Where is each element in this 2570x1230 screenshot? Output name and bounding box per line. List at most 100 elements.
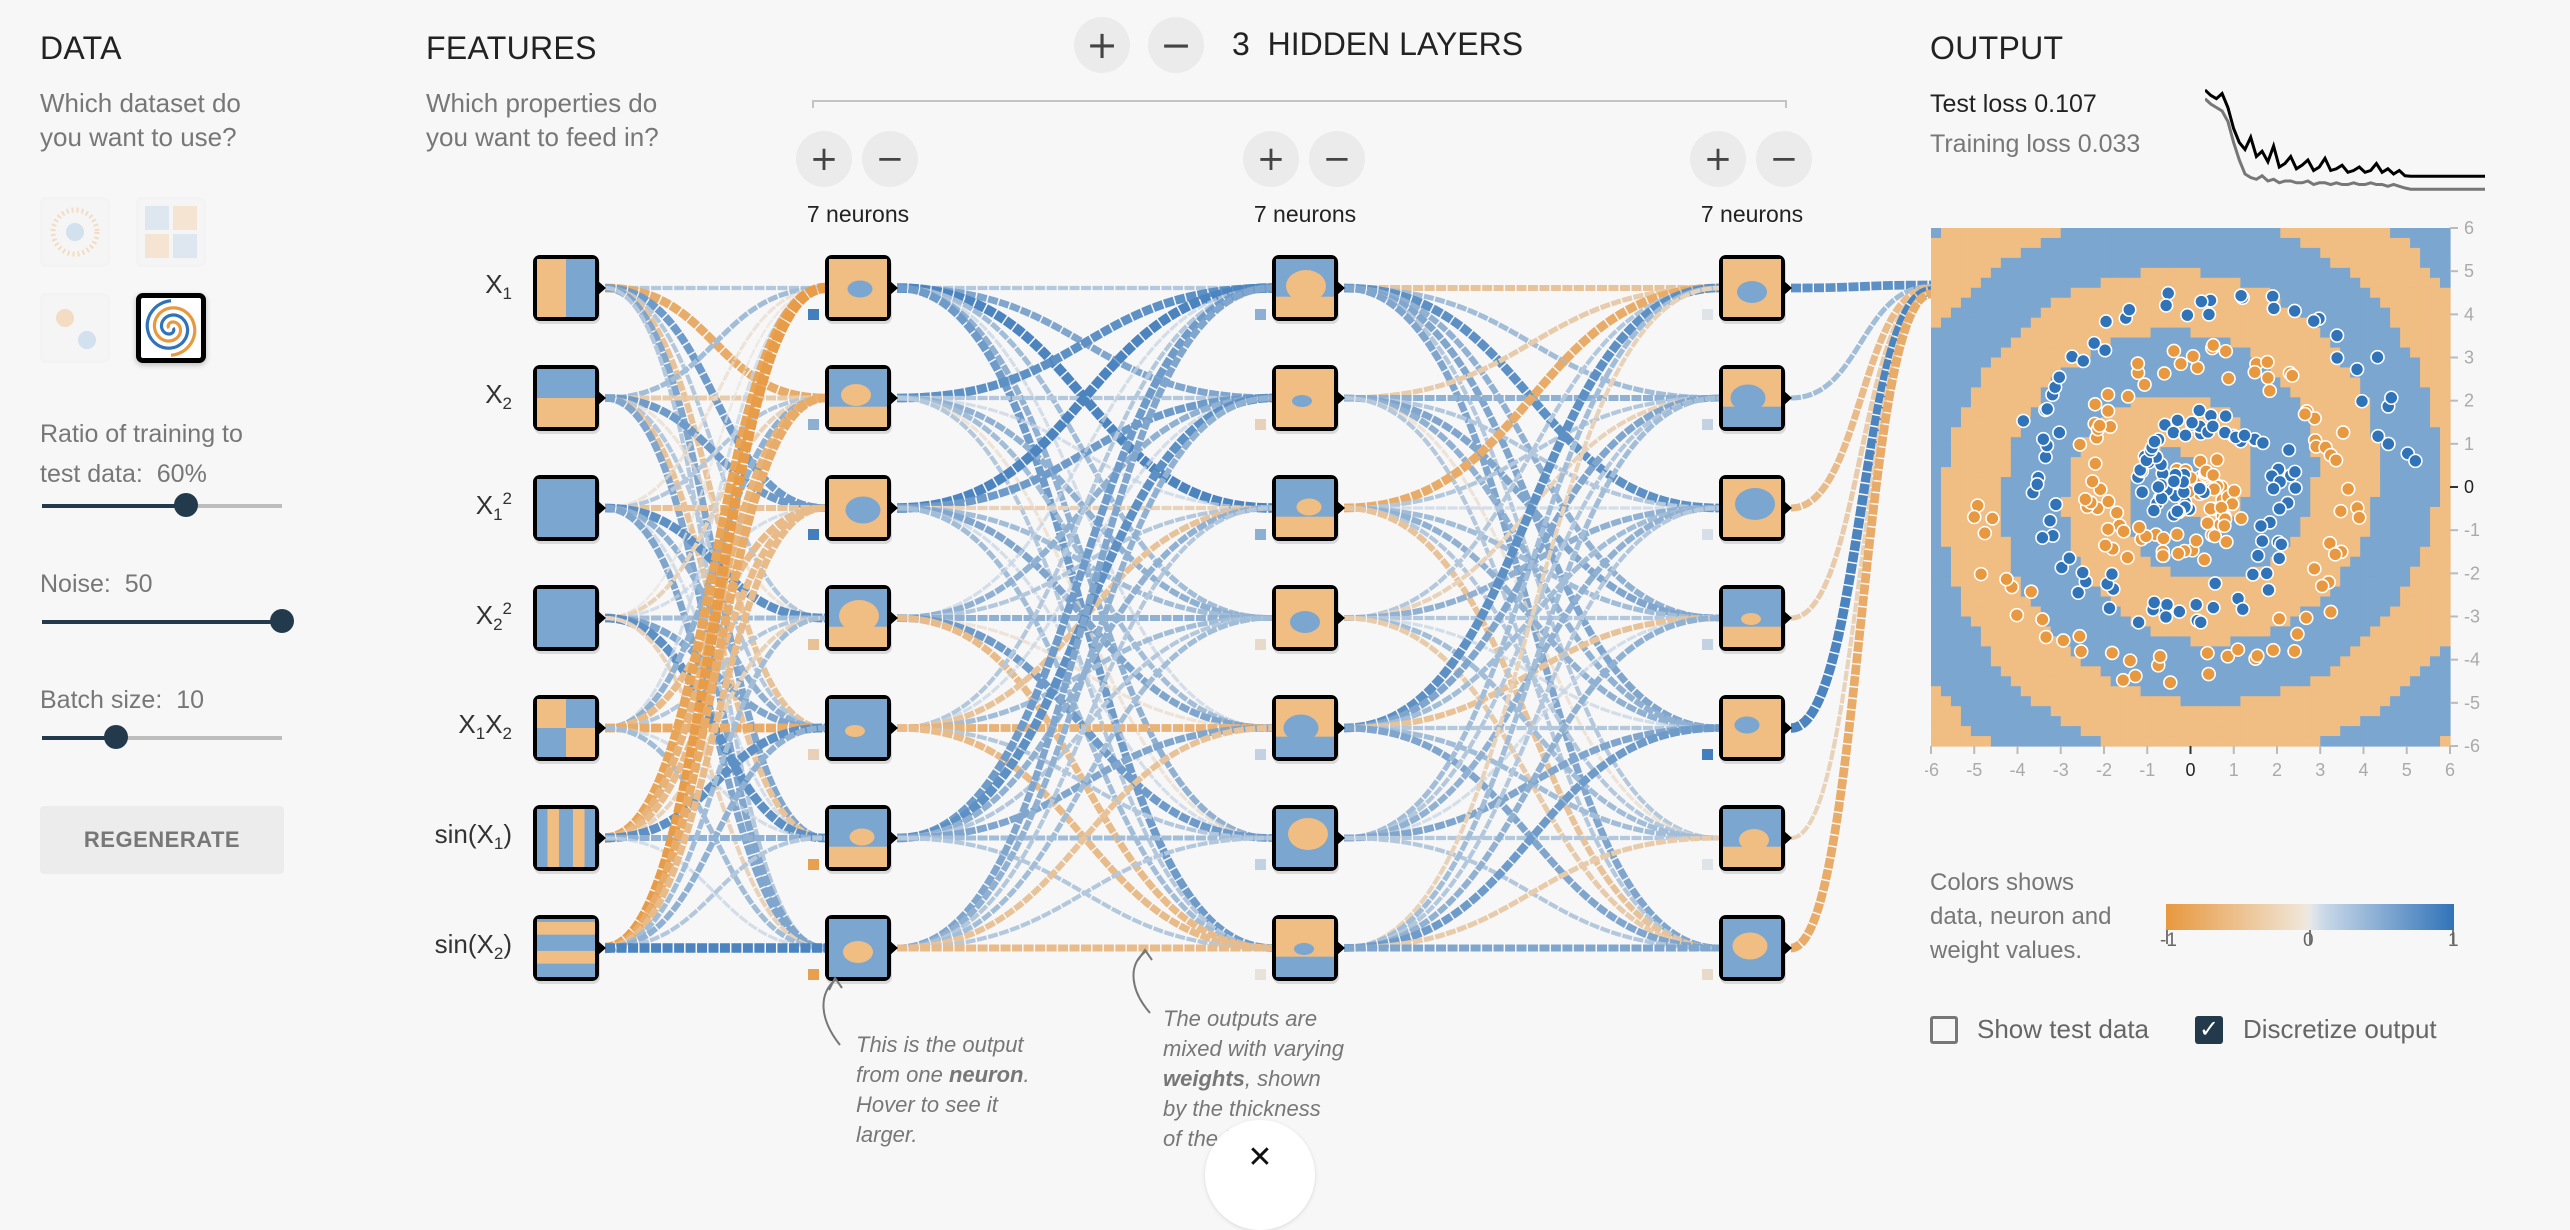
hidden-neuron-l1-3[interactable] xyxy=(825,475,898,544)
data-point xyxy=(2137,377,2152,392)
data-point xyxy=(1985,511,2000,526)
weight-link[interactable] xyxy=(1343,285,1720,841)
node-output-arrow xyxy=(598,831,606,845)
data-point xyxy=(2171,546,2186,561)
bias-square[interactable] xyxy=(1702,639,1713,650)
data-point xyxy=(2151,479,2166,495)
show-test-data-checkbox[interactable] xyxy=(1930,1016,1958,1044)
hidden-neuron-l2-7[interactable] xyxy=(1272,915,1345,984)
neuron-note-line4: larger. xyxy=(856,1122,918,1147)
bias-square[interactable] xyxy=(1255,309,1266,320)
data-point xyxy=(2188,533,2204,548)
bias-square[interactable] xyxy=(1255,529,1266,540)
neuron-note-bold: neuron xyxy=(948,1062,1024,1087)
bias-square[interactable] xyxy=(1255,969,1266,980)
bias-square[interactable] xyxy=(1702,749,1713,760)
bias-square[interactable] xyxy=(1702,529,1713,540)
hidden-neuron-l1-2[interactable] xyxy=(825,365,898,434)
hidden-neuron-l3-2[interactable] xyxy=(1719,365,1792,434)
hidden-neuron-l2-1[interactable] xyxy=(1272,255,1345,324)
weight-link-output[interactable] xyxy=(1790,280,1932,293)
data-point xyxy=(2100,521,2116,537)
hidden-neuron-l3-6[interactable] xyxy=(1719,805,1792,874)
bias-square[interactable] xyxy=(808,529,819,540)
bias-square[interactable] xyxy=(808,419,819,430)
test-loss: Test loss 0.107 xyxy=(1930,90,2097,119)
weight-link[interactable] xyxy=(1343,395,1720,951)
bias-square[interactable] xyxy=(1255,639,1266,650)
data-point xyxy=(2194,294,2209,309)
data-point xyxy=(2016,413,2031,429)
hidden-neuron-l1-6[interactable] xyxy=(825,805,898,874)
bias-square[interactable] xyxy=(1255,749,1266,760)
close-button[interactable]: ✕ xyxy=(1205,1120,1315,1230)
weight-link[interactable] xyxy=(604,283,826,843)
data-point xyxy=(2306,313,2322,329)
weight-link[interactable] xyxy=(896,284,1273,842)
node-output-arrow xyxy=(598,281,606,295)
bias-square[interactable] xyxy=(808,859,819,870)
data-point xyxy=(2206,600,2221,615)
hidden-neuron-l3-4[interactable] xyxy=(1719,585,1792,654)
bias-square[interactable] xyxy=(1255,859,1266,870)
data-point xyxy=(2052,425,2067,440)
hidden-neuron-l3-5[interactable] xyxy=(1719,695,1792,764)
hidden-neuron-l1-1[interactable] xyxy=(825,255,898,324)
hidden-neuron-l2-2[interactable] xyxy=(1272,365,1345,434)
data-point xyxy=(2184,415,2200,430)
bias-square[interactable] xyxy=(1702,859,1713,870)
bias-square[interactable] xyxy=(808,749,819,760)
color-legend-gradient xyxy=(2166,904,2454,930)
weight-link-output[interactable] xyxy=(1790,286,1932,733)
show-test-data-label[interactable]: Show test data xyxy=(1977,1014,2149,1045)
hidden-neuron-l2-3[interactable] xyxy=(1272,475,1345,544)
hidden-neuron-l1-5[interactable] xyxy=(825,695,898,764)
bias-square[interactable] xyxy=(1702,309,1713,320)
data-point xyxy=(2158,298,2174,313)
discretize-output-label[interactable]: Discretize output xyxy=(2243,1014,2437,1045)
data-point xyxy=(2121,302,2137,318)
hidden-neuron-l3-3[interactable] xyxy=(1719,475,1792,544)
discretize-output-checkbox[interactable]: ✓ xyxy=(2195,1016,2223,1044)
data-point xyxy=(2085,474,2100,489)
node-output-arrow xyxy=(890,721,898,735)
bias-square[interactable] xyxy=(1702,419,1713,430)
hidden-neuron-l3-7[interactable] xyxy=(1719,915,1792,984)
hidden-neuron-l3-1[interactable] xyxy=(1719,255,1792,324)
input-node-x1sq[interactable] xyxy=(533,475,606,544)
x-tick-label: 1 xyxy=(2229,760,2239,780)
neuron-note-line3: Hover to see it xyxy=(856,1092,998,1117)
node-output-arrow xyxy=(890,611,898,625)
hidden-neuron-l2-5[interactable] xyxy=(1272,695,1345,764)
node-output-arrow xyxy=(1337,391,1345,405)
hidden-neuron-l2-6[interactable] xyxy=(1272,805,1345,874)
weight-link[interactable] xyxy=(604,393,826,953)
hidden-neuron-l1-7[interactable] xyxy=(825,915,898,984)
neuron-heatmap xyxy=(537,479,595,537)
data-point xyxy=(2254,533,2270,549)
hidden-neuron-l1-4[interactable] xyxy=(825,585,898,654)
data-point xyxy=(2152,649,2168,664)
weight-link-output[interactable] xyxy=(1790,290,1932,841)
x-tick-label: -6 xyxy=(1925,760,1939,780)
bias-square[interactable] xyxy=(808,639,819,650)
input-node-sinx2[interactable] xyxy=(533,915,606,984)
input-node-x1[interactable] xyxy=(533,255,606,324)
input-node-x1x2[interactable] xyxy=(533,695,606,764)
data-point xyxy=(2287,643,2302,659)
data-point xyxy=(2169,527,2185,542)
legend-tick-0: 0 xyxy=(2303,930,2314,951)
bias-square[interactable] xyxy=(808,969,819,980)
bias-square[interactable] xyxy=(1255,419,1266,430)
bias-square[interactable] xyxy=(1702,969,1713,980)
data-point xyxy=(2166,425,2181,440)
hidden-neuron-l2-4[interactable] xyxy=(1272,585,1345,654)
weight-link[interactable] xyxy=(896,395,1273,951)
bias-square[interactable] xyxy=(808,309,819,320)
input-node-sinx1[interactable] xyxy=(533,805,606,874)
data-point xyxy=(2260,354,2275,370)
x-tick-label: 6 xyxy=(2445,760,2455,780)
input-node-x2[interactable] xyxy=(533,365,606,434)
data-point xyxy=(2073,644,2089,659)
input-node-x2sq[interactable] xyxy=(533,585,606,654)
